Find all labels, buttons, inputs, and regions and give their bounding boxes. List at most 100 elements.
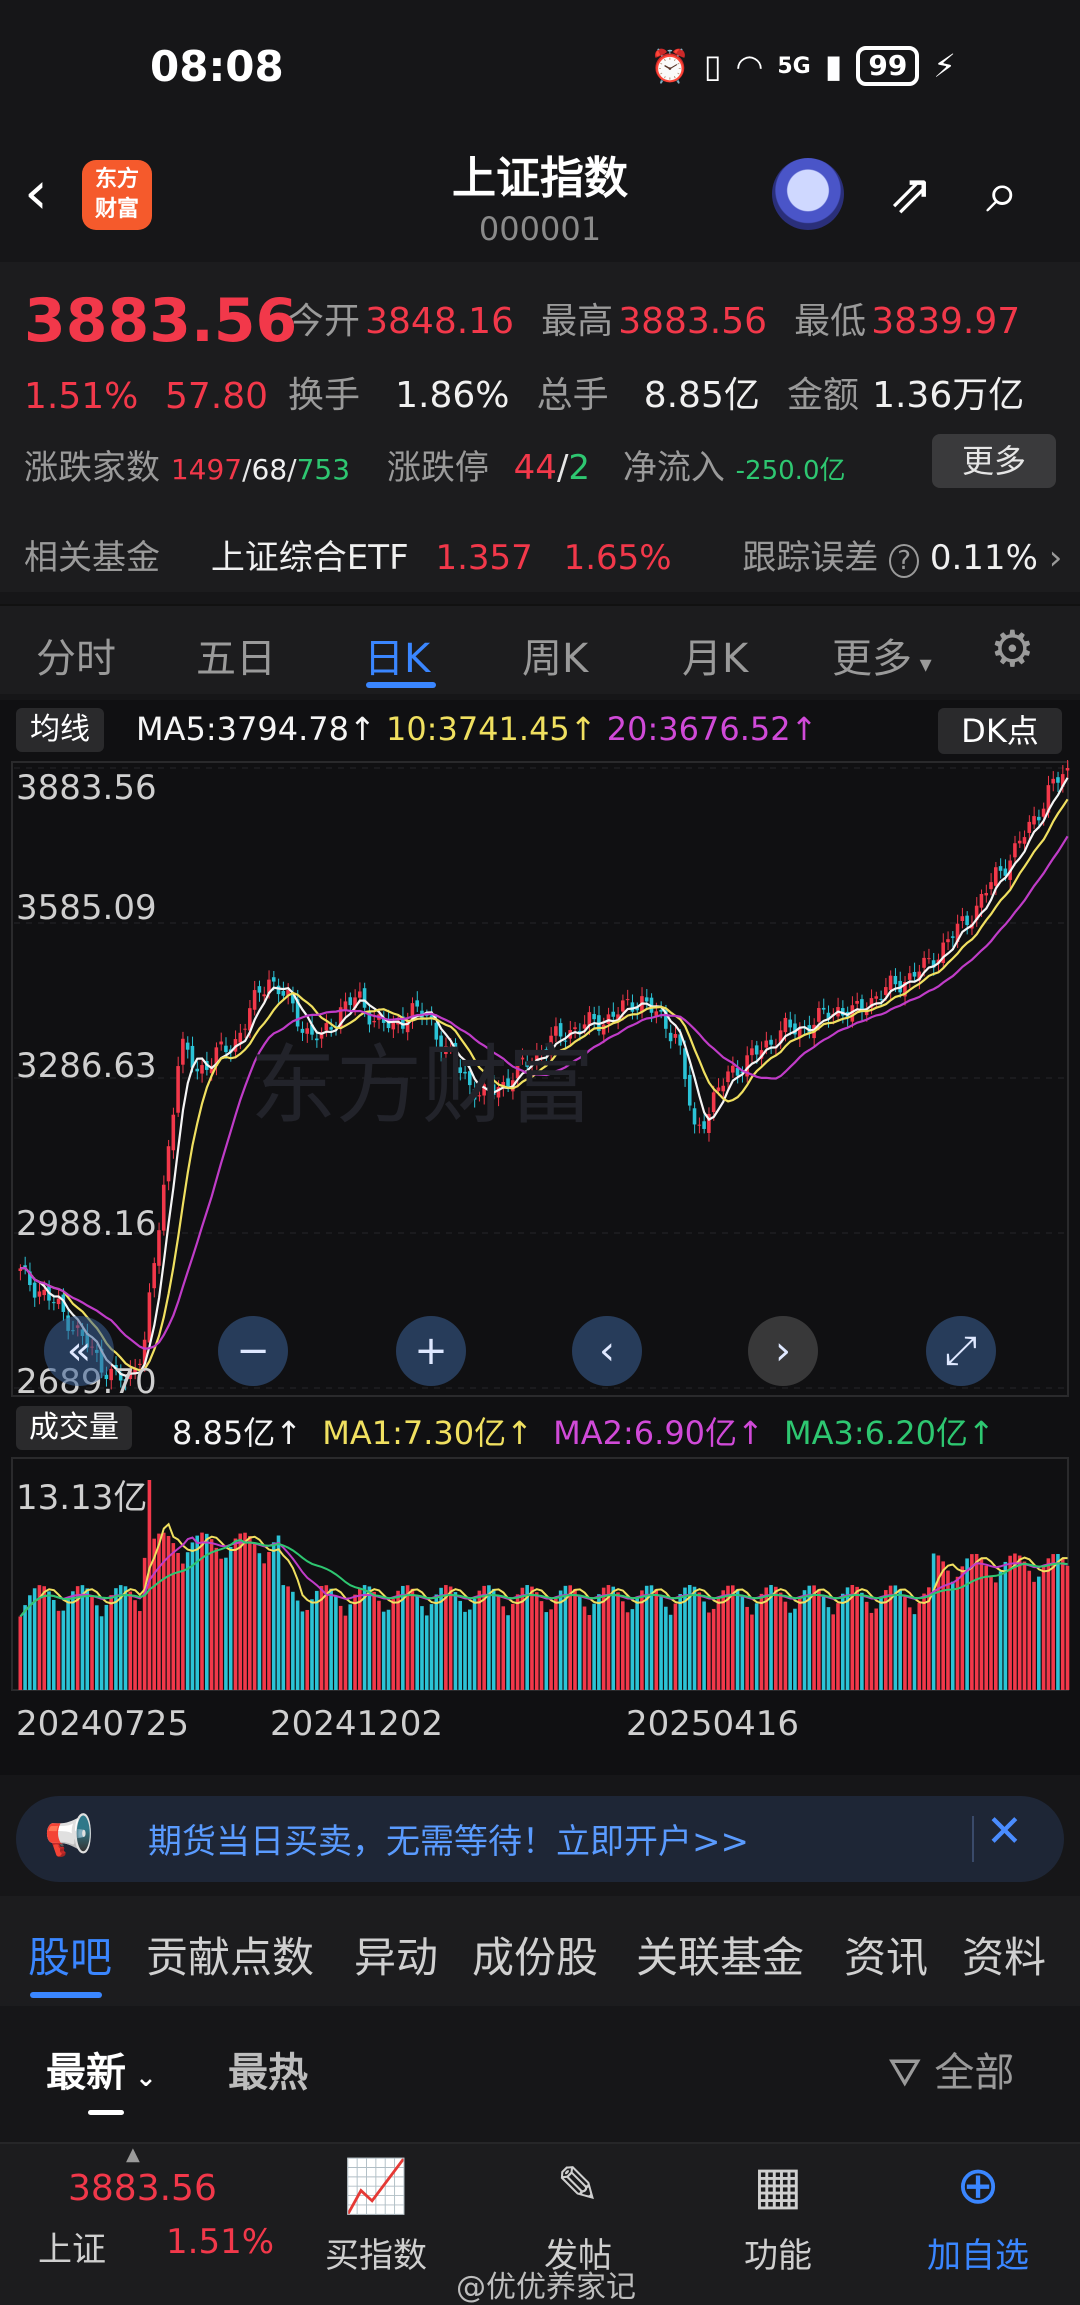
- related-fund-row[interactable]: 相关基金 上证综合ETF 1.357 1.65% 跟踪误差 ? 0.11% ›: [24, 530, 1064, 579]
- volume-bar: [61, 1610, 66, 1690]
- candle: [276, 985, 281, 995]
- volume-bar: [348, 1604, 353, 1690]
- tab-constituents[interactable]: 成份股: [472, 1924, 598, 1985]
- candle: [415, 1000, 419, 1007]
- back-button[interactable]: ‹: [24, 158, 48, 228]
- volume-bar: [23, 1605, 27, 1690]
- volume-bar: [386, 1609, 391, 1690]
- function-button[interactable]: ▦ 功能: [698, 2156, 858, 2277]
- buy-index-button[interactable]: 📈 买指数: [296, 2156, 456, 2277]
- network-label: 5G: [777, 53, 811, 79]
- dk-point-button[interactable]: DK点: [938, 708, 1062, 754]
- volume-bar: [252, 1543, 257, 1690]
- tab-intraday[interactable]: 分时: [36, 626, 116, 684]
- volume-bar: [884, 1590, 888, 1690]
- volume-bar: [840, 1593, 845, 1690]
- alarm-icon: ⏰: [650, 47, 690, 85]
- netflow-value: -250.0亿: [735, 456, 846, 486]
- ai-assistant-icon[interactable]: [772, 158, 844, 230]
- flat-count: 68: [251, 453, 288, 486]
- limit-label: 涨跌停: [386, 448, 489, 488]
- volume-bar: [401, 1585, 405, 1690]
- volume-bar: [683, 1587, 687, 1690]
- filter-button[interactable]: ⛛ 全部: [888, 2040, 1014, 2098]
- volume-bar: [501, 1606, 506, 1690]
- volume-bar: [630, 1609, 635, 1690]
- tab-daily[interactable]: 日K: [364, 626, 430, 684]
- candle: [42, 1289, 46, 1296]
- ma-selector[interactable]: 均线: [16, 708, 104, 752]
- prev-button[interactable]: ‹: [572, 1316, 642, 1386]
- more-button[interactable]: 更多: [932, 434, 1056, 488]
- kline-chart[interactable]: 东方财富: [0, 760, 1080, 1400]
- tab-weekly[interactable]: 周K: [522, 626, 588, 684]
- candle: [668, 1032, 673, 1042]
- background-watermark: 东方财富: [250, 1038, 594, 1134]
- volume-bar: [592, 1603, 596, 1690]
- low-label: 最低: [794, 301, 867, 342]
- volume-chart[interactable]: [0, 1456, 1080, 1696]
- post-button[interactable]: ✎ 发帖: [498, 2156, 658, 2277]
- candle: [1022, 837, 1027, 844]
- volume-bar: [998, 1571, 1003, 1690]
- tab-related-funds[interactable]: 关联基金: [636, 1924, 804, 1985]
- tab-more[interactable]: 更多 ▾: [832, 626, 932, 684]
- tab-news[interactable]: 资讯: [844, 1924, 928, 1985]
- next-button[interactable]: ›: [748, 1316, 818, 1386]
- candle: [893, 975, 898, 985]
- tab-movement[interactable]: 异动: [354, 1924, 438, 1985]
- close-icon[interactable]: ✕: [986, 1806, 1023, 1857]
- volume-bar: [1017, 1555, 1022, 1690]
- tab-profile[interactable]: 资料: [962, 1924, 1046, 1985]
- ma-values: MA5:3794.78↑ 10:3741.45↑ 20:3676.52↑: [136, 710, 817, 748]
- caret-down-icon: ▾: [912, 650, 932, 678]
- fullscreen-button[interactable]: ⤢: [926, 1316, 996, 1386]
- volume-bar: [228, 1546, 233, 1690]
- volume-bar: [248, 1536, 252, 1690]
- volume-bar: [434, 1594, 439, 1690]
- banner-text[interactable]: 期货当日买卖，无需等待！立即开户>>: [148, 1814, 749, 1863]
- candle: [166, 1146, 171, 1182]
- sort-hot[interactable]: 最热: [228, 2040, 308, 2098]
- add-watchlist-button[interactable]: ⊕ 加自选: [898, 2156, 1058, 2277]
- settings-icon[interactable]: ⚙: [990, 620, 1035, 678]
- share-icon[interactable]: ⇗: [888, 162, 933, 225]
- volume-bar: [697, 1592, 702, 1690]
- logo-text: 东方 财富: [94, 167, 139, 222]
- candle: [573, 1027, 577, 1030]
- candle: [879, 998, 883, 1000]
- volume-bar: [214, 1547, 219, 1690]
- tab-5day[interactable]: 五日: [196, 626, 276, 684]
- help-icon[interactable]: ?: [889, 544, 920, 578]
- volume-bar: [611, 1586, 616, 1690]
- candle: [1017, 840, 1022, 844]
- volume-bar: [931, 1553, 936, 1690]
- tab-contribution[interactable]: 贡献点数: [146, 1924, 314, 1985]
- rewind-button[interactable]: «: [44, 1316, 114, 1386]
- candle: [219, 1041, 223, 1045]
- tab-guba[interactable]: 股吧: [28, 1924, 112, 1985]
- volume-bar: [381, 1611, 386, 1690]
- volume-bar: [267, 1552, 271, 1690]
- volume-selector[interactable]: 成交量: [16, 1406, 132, 1450]
- amount-label: 金额: [786, 375, 859, 416]
- stats-row-2: 换手 1.86% 总手 8.85亿 金额 1.36万亿: [288, 366, 1024, 418]
- open-label: 今开: [288, 301, 361, 342]
- volume-bar: [826, 1607, 831, 1690]
- volume-bar: [1051, 1554, 1055, 1690]
- grid-icon: ▦: [753, 2156, 803, 2216]
- volume-bar: [716, 1598, 721, 1690]
- search-icon[interactable]: ⌕: [986, 158, 1018, 227]
- zoom-in-button[interactable]: +: [396, 1316, 466, 1386]
- volume-bar: [396, 1590, 400, 1690]
- open-value: 3848.16: [365, 301, 514, 342]
- volume-bar: [28, 1595, 32, 1690]
- tab-monthly[interactable]: 月K: [682, 626, 748, 684]
- candle: [1041, 808, 1046, 817]
- volume-bar: [511, 1603, 515, 1690]
- volume-bar: [907, 1607, 912, 1690]
- sort-latest-label: 最新: [46, 2050, 126, 2096]
- zoom-out-button[interactable]: −: [218, 1316, 288, 1386]
- sort-latest[interactable]: 最新 ⌄: [46, 2040, 157, 2098]
- candle: [271, 977, 276, 982]
